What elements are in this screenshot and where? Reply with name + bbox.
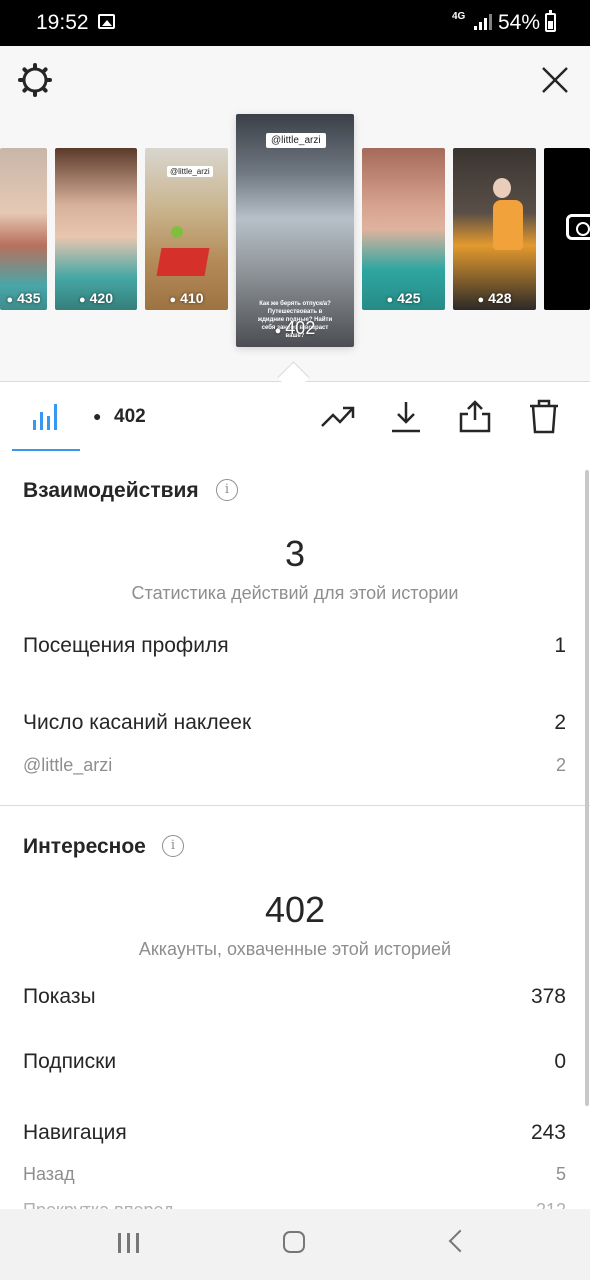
- status-bar: 19:52 4G 54%: [0, 0, 590, 46]
- sub-metric-label: @little_arzi: [23, 755, 113, 775]
- toy-shape: [156, 248, 210, 276]
- story-thumbnail[interactable]: ● 425: [362, 148, 445, 310]
- sub-metric-value: 2: [555, 755, 566, 775]
- viewers-count[interactable]: 402: [114, 406, 146, 428]
- metric-value: 378: [530, 985, 566, 1008]
- interactions-title: Взаимодействия: [23, 479, 199, 502]
- story-thumbnail[interactable]: ● 428: [453, 148, 536, 310]
- metric-value: 1: [554, 634, 566, 657]
- add-story-tile[interactable]: [544, 148, 590, 310]
- story-views: ● 435: [6, 290, 41, 306]
- interactions-total: 3: [284, 533, 306, 574]
- camera-icon: [566, 214, 590, 240]
- sub-metric-value: 5: [555, 1164, 566, 1184]
- network-type: 4G: [452, 11, 466, 22]
- story-thumbnail[interactable]: @little_arzi ● 410: [145, 148, 228, 310]
- system-nav-bar: [0, 1209, 590, 1280]
- child-shape: [493, 178, 511, 198]
- discovery-subtitle: Аккаунты, охваченные этой историей: [138, 939, 452, 959]
- metric-value: 243: [530, 1121, 566, 1144]
- child-shape: [493, 200, 523, 250]
- info-icon[interactable]: i: [162, 835, 184, 857]
- insights-tab-icon[interactable]: [33, 402, 59, 430]
- eye-icon[interactable]: ●: [93, 408, 101, 424]
- eye-icon: ●: [78, 294, 86, 306]
- story-views: ● 402: [274, 318, 316, 338]
- share-icon[interactable]: [457, 398, 493, 434]
- close-icon[interactable]: [540, 65, 570, 95]
- story-thumbnail[interactable]: ● 420: [55, 148, 137, 310]
- scrollbar[interactable]: [585, 470, 589, 1106]
- metric-value: 2: [554, 711, 566, 734]
- home-button[interactable]: [283, 1231, 305, 1253]
- story-views: ● 420: [78, 290, 113, 306]
- story-views: ● 428: [477, 290, 512, 306]
- metric-label: Число касаний наклеек: [23, 711, 252, 734]
- story-mention-tag: @little_arzi: [266, 133, 326, 148]
- story-mention-tag: @little_arzi: [167, 166, 213, 177]
- eye-icon: ●: [477, 294, 485, 306]
- discovery-total: 402: [264, 889, 326, 930]
- discovery-title: Интересное: [23, 835, 146, 858]
- story-views: ● 410: [169, 290, 204, 306]
- eye-icon: ●: [6, 294, 14, 306]
- status-time: 19:52: [36, 11, 89, 34]
- metric-label: Посещения профиля: [23, 634, 229, 657]
- gallery-notification-icon: [98, 14, 115, 29]
- section-divider: [0, 805, 590, 806]
- trending-icon[interactable]: [320, 398, 356, 434]
- gear-icon[interactable]: [17, 62, 53, 98]
- metric-label: Показы: [23, 985, 96, 1008]
- info-icon[interactable]: i: [216, 479, 238, 501]
- metric-value: 0: [554, 1050, 566, 1073]
- interactions-subtitle: Статистика действий для этой истории: [131, 583, 459, 603]
- metric-label: Подписки: [23, 1050, 117, 1073]
- download-icon[interactable]: [388, 398, 424, 434]
- trash-icon[interactable]: [526, 398, 562, 434]
- eye-icon: ●: [169, 294, 177, 306]
- sub-metric-label: Назад: [23, 1164, 75, 1184]
- battery-level: 54%: [498, 11, 541, 34]
- metric-label: Навигация: [23, 1121, 127, 1144]
- signal-icon: [474, 14, 492, 30]
- toy-shape: [171, 226, 183, 238]
- back-button[interactable]: [448, 1229, 472, 1253]
- eye-icon: ●: [386, 294, 394, 306]
- recent-apps-button[interactable]: [118, 1233, 140, 1253]
- story-thumbnail-selected[interactable]: @little_arzi Как же берять отпуск/а? Пут…: [236, 114, 354, 347]
- story-views: ● 425: [386, 290, 421, 306]
- eye-icon: ●: [274, 325, 282, 337]
- story-thumbnail[interactable]: ● 435: [0, 148, 47, 310]
- battery-icon: [545, 10, 556, 32]
